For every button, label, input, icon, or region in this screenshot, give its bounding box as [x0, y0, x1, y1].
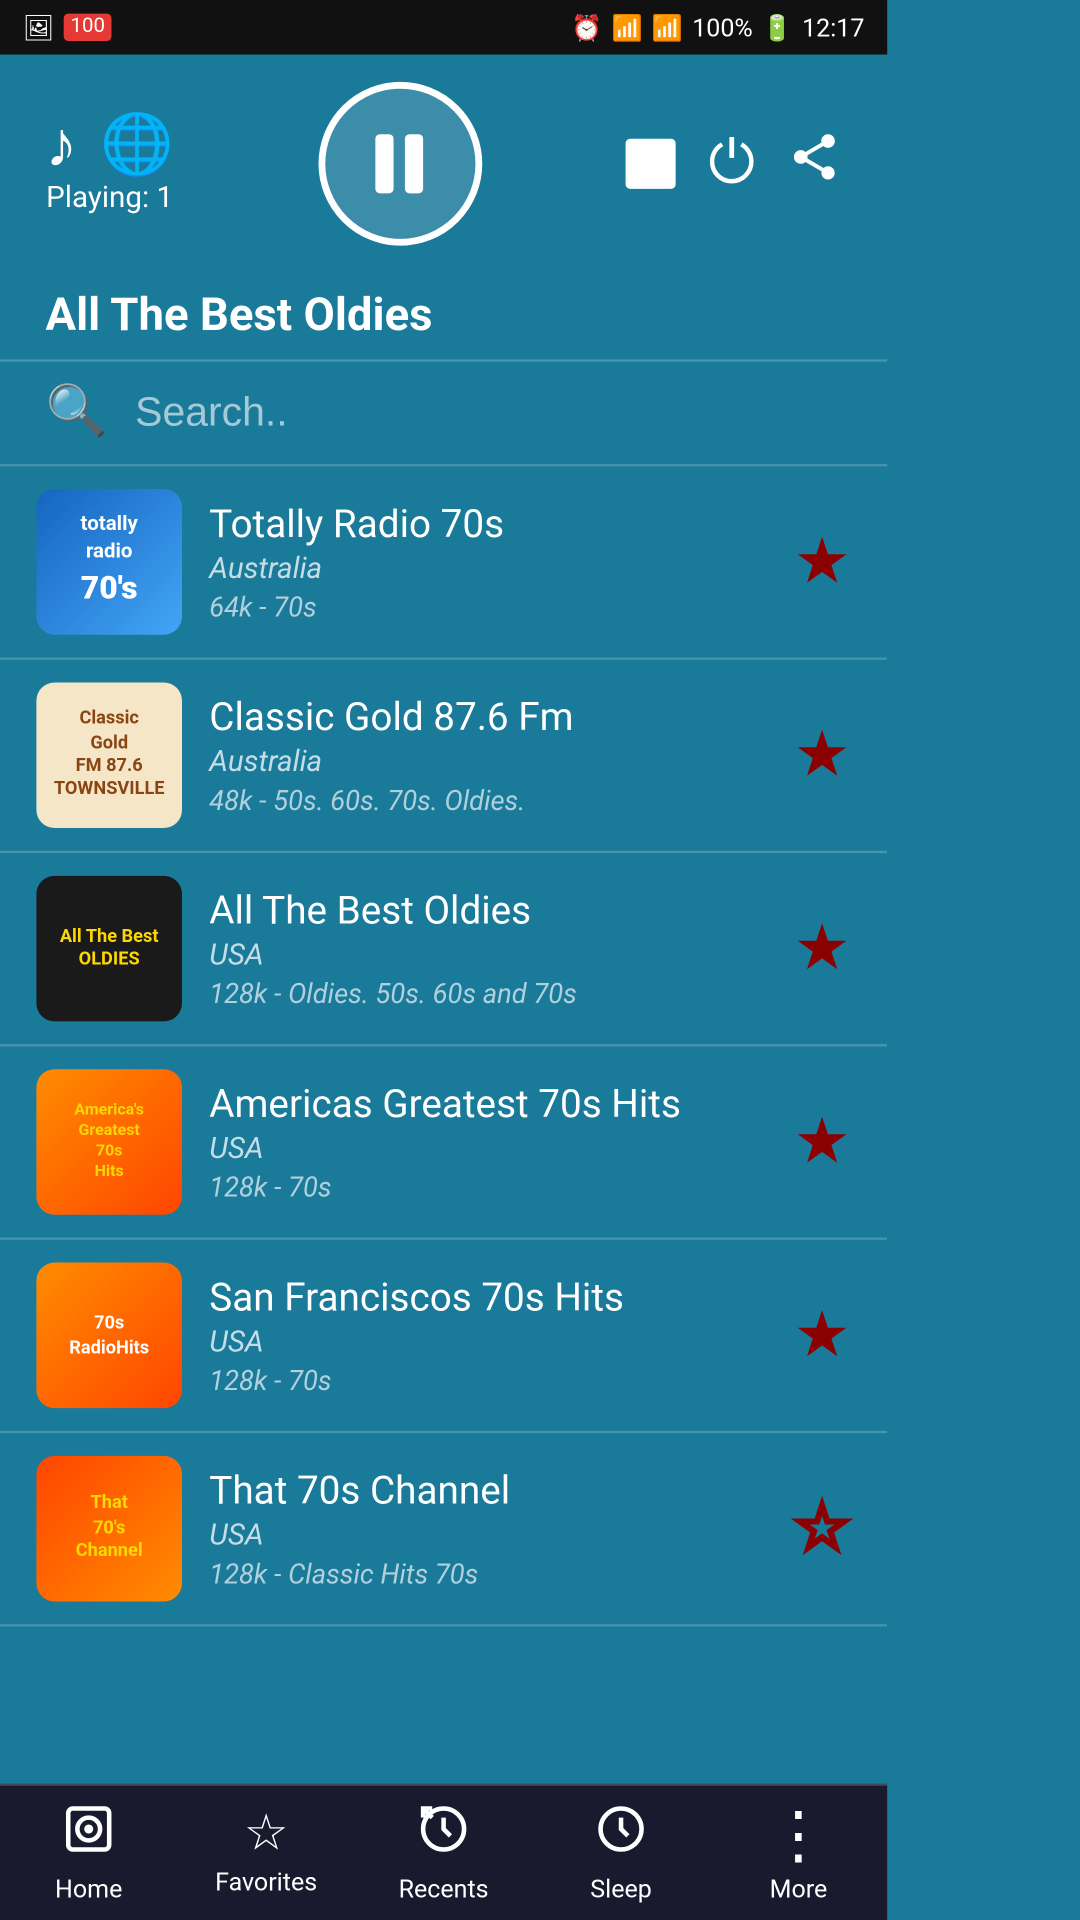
favorite-button[interactable]: ★: [794, 723, 851, 787]
player-center: [318, 82, 482, 246]
station-logo: totallyradio70's: [36, 489, 182, 635]
nav-more[interactable]: ⋮ More: [710, 1786, 887, 1920]
more-label: More: [770, 1873, 828, 1903]
station-logo: All The BestOLDIES: [36, 876, 182, 1022]
sleep-icon: [594, 1802, 649, 1868]
station-name: Totally Radio 70s: [209, 502, 766, 547]
player-area: ♪ 🌐 Playing: 1 ⏻: [0, 55, 887, 264]
favorite-button[interactable]: ★: [794, 1110, 851, 1174]
station-meta: 128k - Classic Hits 70s: [209, 1557, 766, 1589]
station-name: Classic Gold 87.6 Fm: [209, 695, 766, 740]
nav-sleep[interactable]: Sleep: [532, 1786, 709, 1920]
stop-button[interactable]: [627, 139, 677, 189]
sleep-label: Sleep: [590, 1875, 652, 1905]
more-icon: ⋮: [767, 1803, 831, 1867]
favorite-button[interactable]: ★: [794, 530, 851, 594]
pause-bar-right: [406, 134, 424, 193]
station-info: Classic Gold 87.6 Fm Australia 48k - 50s…: [209, 695, 766, 816]
list-item[interactable]: That70'sChannel That 70s Channel USA 128…: [0, 1433, 887, 1626]
station-info: San Franciscos 70s Hits USA 128k - 70s: [209, 1275, 766, 1396]
globe-icon[interactable]: 🌐: [100, 115, 174, 174]
favorite-button[interactable]: ☆: [794, 1497, 851, 1561]
power-button[interactable]: ⏻: [708, 129, 755, 200]
favorite-button[interactable]: ★: [794, 917, 851, 981]
station-logo: 70sRadioHits: [36, 1263, 182, 1409]
list-item[interactable]: ClassicGoldFM 87.6TOWNSVILLE Classic Gol…: [0, 660, 887, 853]
station-logo: America'sGreatest70sHits: [36, 1069, 182, 1215]
nav-recents[interactable]: Recents: [355, 1786, 532, 1920]
wifi-icon: 📶: [612, 13, 643, 43]
favorites-label: Favorites: [215, 1867, 317, 1897]
station-info: All The Best Oldies USA 128k - Oldies. 5…: [209, 888, 766, 1009]
home-label: Home: [55, 1875, 122, 1905]
station-info: Americas Greatest 70s Hits USA 128k - 70…: [209, 1082, 766, 1203]
search-icon: 🔍: [45, 384, 107, 441]
status-left: 🖼 100: [23, 13, 112, 43]
battery-text: 100%: [692, 13, 753, 43]
station-country: USA: [209, 1518, 766, 1552]
pause-icon: [376, 134, 424, 193]
pause-button[interactable]: [318, 82, 482, 246]
battery-icon: 🔋: [762, 13, 793, 43]
share-button[interactable]: [787, 130, 842, 198]
favorites-icon: ☆: [244, 1810, 289, 1860]
status-bar: 🖼 100 ⏰ 📶 📶 100% 🔋 12:17: [0, 0, 887, 55]
player-right-controls: ⏻: [627, 129, 842, 200]
nav-home[interactable]: Home: [0, 1786, 177, 1920]
nav-favorites[interactable]: ☆ Favorites: [177, 1786, 354, 1920]
list-item[interactable]: 70sRadioHits San Franciscos 70s Hits USA…: [0, 1240, 887, 1433]
player-left-row: ♪ 🌐: [45, 113, 173, 177]
station-name: All The Best Oldies: [209, 888, 766, 933]
station-info: That 70s Channel USA 128k - Classic Hits…: [209, 1468, 766, 1589]
station-meta: 64k - 70s: [209, 590, 766, 622]
station-meta: 128k - Oldies. 50s. 60s and 70s: [209, 977, 766, 1009]
search-input[interactable]: [135, 389, 842, 437]
bottom-nav: Home ☆ Favorites Recents: [0, 1784, 887, 1920]
status-right: ⏰ 📶 📶 100% 🔋 12:17: [571, 13, 864, 43]
list-item[interactable]: totallyradio70's Totally Radio 70s Austr…: [0, 466, 887, 659]
station-list: totallyradio70's Totally Radio 70s Austr…: [0, 466, 887, 1783]
station-name: San Franciscos 70s Hits: [209, 1275, 766, 1320]
station-meta: 128k - 70s: [209, 1170, 766, 1202]
search-bar: 🔍: [0, 362, 887, 467]
player-left-controls: ♪ 🌐 Playing: 1: [45, 113, 173, 215]
time-display: 12:17: [802, 13, 864, 43]
playing-label: Playing: 1: [46, 181, 173, 215]
station-name: That 70s Channel: [209, 1468, 766, 1513]
station-country: USA: [209, 938, 766, 972]
list-item[interactable]: America'sGreatest70sHits Americas Greate…: [0, 1046, 887, 1239]
favorite-button[interactable]: ★: [794, 1304, 851, 1368]
station-country: Australia: [209, 552, 766, 586]
station-meta: 128k - 70s: [209, 1364, 766, 1396]
signal-icon: 📶: [652, 13, 683, 43]
content-area: 🔍 totallyradio70's Totally Radio 70s Aus…: [0, 362, 887, 1784]
pause-bar-left: [376, 134, 394, 193]
station-logo: That70'sChannel: [36, 1456, 182, 1602]
list-item[interactable]: All The BestOLDIES All The Best Oldies U…: [0, 853, 887, 1046]
station-info: Totally Radio 70s Australia 64k - 70s: [209, 502, 766, 623]
app-container: 🖼 100 ⏰ 📶 📶 100% 🔋 12:17 ♪ 🌐 Playing: 1: [0, 0, 887, 1920]
station-logo: ClassicGoldFM 87.6TOWNSVILLE: [36, 682, 182, 828]
station-meta: 48k - 50s. 60s. 70s. Oldies.: [209, 784, 766, 816]
alarm-icon: ⏰: [571, 13, 602, 43]
home-icon: [61, 1802, 116, 1868]
station-name: Americas Greatest 70s Hits: [209, 1082, 766, 1127]
photo-icon: 🖼: [23, 13, 55, 43]
station-country: USA: [209, 1132, 766, 1166]
station-country: Australia: [209, 745, 766, 779]
player-top-row: ♪ 🌐 Playing: 1 ⏻: [45, 82, 841, 246]
recents-icon: [416, 1802, 471, 1868]
music-icon[interactable]: ♪: [45, 113, 77, 177]
station-country: USA: [209, 1325, 766, 1359]
radio-app-icon: 100: [64, 14, 112, 41]
now-playing-title: All The Best Oldies: [0, 264, 887, 362]
recents-label: Recents: [399, 1875, 489, 1905]
